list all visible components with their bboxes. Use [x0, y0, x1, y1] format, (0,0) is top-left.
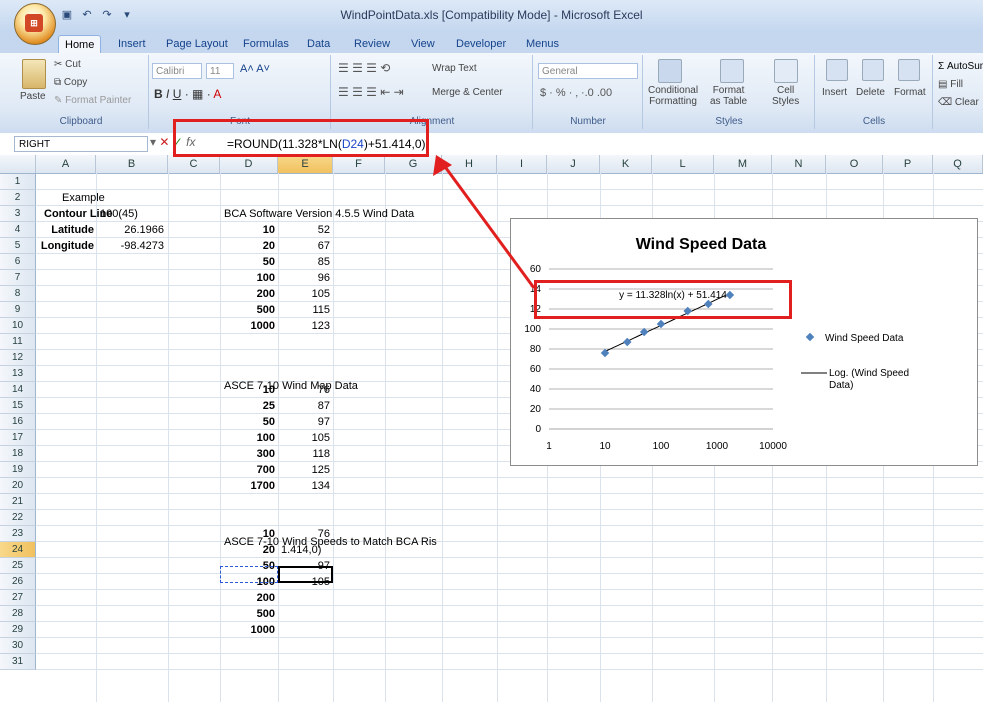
match-y-cell[interactable]: 1.414,0): [281, 542, 333, 558]
office-logo-icon: ⊞: [25, 14, 43, 32]
office-button[interactable]: ⊞: [14, 3, 56, 45]
annotation-arrow: [433, 155, 536, 289]
arrow-line: [441, 163, 536, 289]
